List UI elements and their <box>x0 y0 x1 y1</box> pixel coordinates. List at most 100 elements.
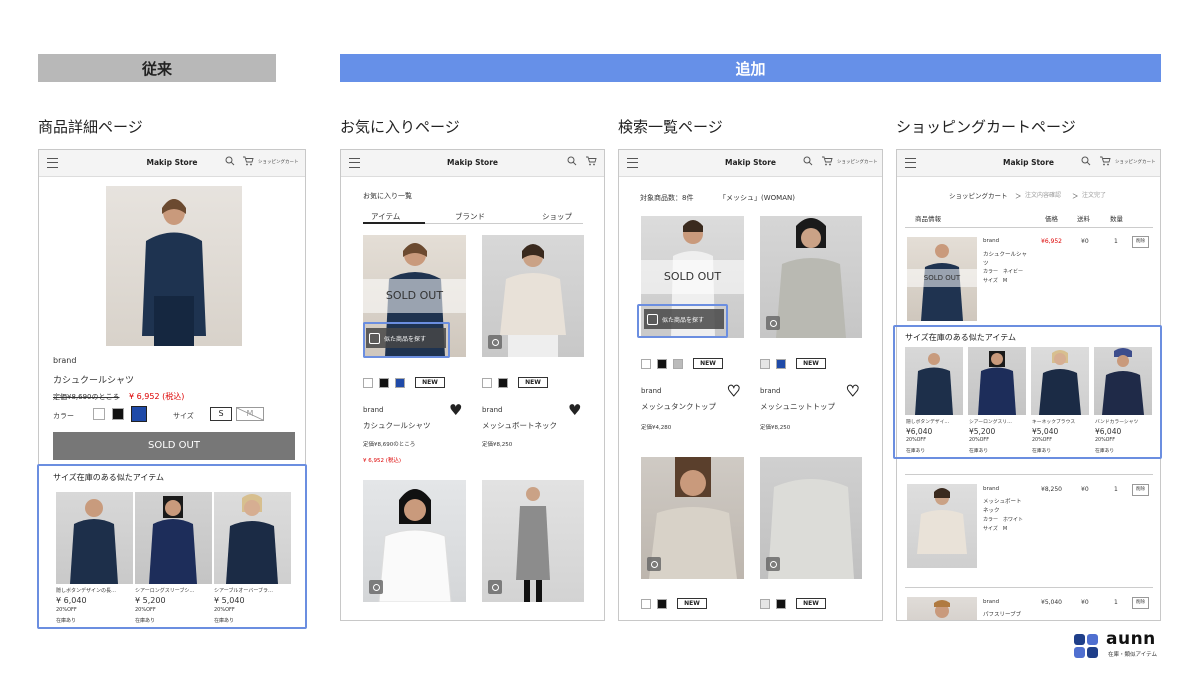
cart-qty-2[interactable]: 1 <box>1114 486 1118 493</box>
search-phone: Makip Store ショッピングカート 対象商品数：8件 「メッシュ」(WO… <box>618 149 883 621</box>
camera-search-icon[interactable] <box>766 316 780 330</box>
search-icon[interactable] <box>567 156 577 166</box>
search-icon[interactable] <box>1081 156 1091 166</box>
fav-name-2: メッシュボートネック <box>482 421 557 430</box>
color-swatch-light[interactable] <box>760 359 770 369</box>
step-arrow-1: ＞ <box>1015 192 1022 200</box>
cart-color-2: カラー ホワイト <box>983 517 1024 523</box>
camera-search-icon[interactable] <box>488 335 502 349</box>
color-swatch-navy[interactable] <box>131 406 147 422</box>
cart-name-3a: パフスリーブブ <box>983 612 1022 618</box>
cart-size-2: サイズ M <box>983 526 1008 532</box>
favorites-phone: Makip Store お気に入り一覧 アイテム ブランド ショップ SOLD … <box>340 149 605 621</box>
color-swatch-white[interactable] <box>93 408 105 420</box>
size-s-button[interactable]: S <box>210 407 232 421</box>
cart-label[interactable]: ショッピングカート <box>837 159 878 165</box>
fav-image-4[interactable] <box>482 480 584 602</box>
new-badge: NEW <box>796 358 826 369</box>
color-swatch-black[interactable] <box>379 378 389 388</box>
favorite-heart-icon[interactable]: ♥ <box>568 403 581 418</box>
app-header: Makip Store ショッピングカート <box>619 150 882 177</box>
color-swatch-white[interactable] <box>363 378 373 388</box>
cart-icon[interactable] <box>1100 156 1111 166</box>
color-swatch-black[interactable] <box>112 408 124 420</box>
search-query: 「メッシュ」(WOMAN) <box>719 194 795 202</box>
color-swatch-navy[interactable] <box>776 359 786 369</box>
cart-qty-3[interactable]: 1 <box>1114 599 1118 606</box>
fav-image-3[interactable] <box>363 480 466 602</box>
fav-sale-1: ¥ 6,952 (税込) <box>363 458 402 464</box>
favorite-heart-icon[interactable]: ♥ <box>726 383 740 399</box>
color-swatch-gray[interactable] <box>673 359 683 369</box>
cart-icon[interactable] <box>243 156 254 166</box>
cart-brand-3: brand <box>983 599 1000 605</box>
cart-price-1: ¥6,952 <box>1041 238 1062 245</box>
favorites-title: お気に入り一覧 <box>363 192 412 200</box>
tab-items[interactable]: アイテム <box>371 211 400 222</box>
size-m-button[interactable]: M <box>236 407 264 421</box>
cart-name-1b: ツ <box>983 261 989 267</box>
cart-name-1a: カシュクールシャ <box>983 252 1028 258</box>
search-icon[interactable] <box>803 156 813 166</box>
search-name-1: メッシュタンクトップ <box>641 402 716 411</box>
cart-label[interactable]: ショッピングカート <box>1115 159 1156 165</box>
color-swatch-white[interactable] <box>641 359 651 369</box>
sold-out-overlay: SOLD OUT <box>641 260 744 294</box>
color-swatch-black[interactable] <box>657 599 667 609</box>
cart-ship-3: ¥0 <box>1081 599 1089 606</box>
search-image-3[interactable] <box>641 457 744 579</box>
search-price-1: 定価¥4,280 <box>641 425 672 431</box>
col-shipping: 送料 <box>1077 215 1090 223</box>
search-image-2[interactable] <box>760 216 862 338</box>
before-label: 従来 <box>38 54 276 82</box>
favorite-heart-icon[interactable]: ♥ <box>845 383 859 399</box>
aunn-logo-text: aunn <box>1106 629 1156 649</box>
search-image-4[interactable] <box>760 457 862 579</box>
fav-image-2[interactable] <box>482 235 584 357</box>
color-swatch-light[interactable] <box>760 599 770 609</box>
color-swatch-white[interactable] <box>482 378 492 388</box>
search-price-2: 定価¥8,250 <box>760 425 791 431</box>
color-swatch-black[interactable] <box>776 599 786 609</box>
search-brand-2: brand <box>760 387 781 395</box>
color-swatch-black[interactable] <box>498 378 508 388</box>
tab-brands[interactable]: ブランド <box>455 211 485 222</box>
color-swatch-white[interactable] <box>641 599 651 609</box>
delete-button[interactable]: 削除 <box>1132 597 1149 609</box>
new-badge: NEW <box>415 377 445 388</box>
cart-icon[interactable] <box>586 156 597 166</box>
favorite-heart-icon[interactable]: ♥ <box>449 403 462 418</box>
cart-name-2b: ネック <box>983 508 1000 514</box>
cart-brand-2: brand <box>983 486 1000 492</box>
search-name-2: メッシュニットトップ <box>760 402 835 411</box>
fav-price-2: 定価¥8,250 <box>482 442 513 448</box>
similar-button-highlight-fav <box>363 322 450 358</box>
cart-image-2[interactable] <box>907 484 977 568</box>
camera-search-icon[interactable] <box>488 580 502 594</box>
tab-active-indicator <box>363 222 425 224</box>
camera-search-icon[interactable] <box>369 580 383 594</box>
product-image <box>106 186 242 346</box>
col-product: 商品情報 <box>915 215 941 223</box>
color-label: カラー <box>53 412 74 420</box>
color-swatch-navy[interactable] <box>395 378 405 388</box>
sale-price: ¥ 6,952 (税込) <box>129 392 185 401</box>
col-price: 価格 <box>1045 215 1058 223</box>
step-arrow-2: ＞ <box>1072 192 1079 200</box>
camera-search-icon[interactable] <box>766 557 780 571</box>
cart-label[interactable]: ショッピングカート <box>258 159 299 165</box>
delete-button[interactable]: 削除 <box>1132 236 1149 248</box>
cart-icon[interactable] <box>822 156 833 166</box>
camera-search-icon[interactable] <box>647 557 661 571</box>
cart-image-3[interactable] <box>907 597 977 620</box>
search-icon[interactable] <box>225 156 235 166</box>
delete-button[interactable]: 削除 <box>1132 484 1149 496</box>
color-swatch-black[interactable] <box>657 359 667 369</box>
after-label: 追加 <box>340 54 1161 82</box>
cart-price-2: ¥8,250 <box>1041 486 1062 493</box>
cart-qty-1[interactable]: 1 <box>1114 238 1118 245</box>
search-brand-1: brand <box>641 387 662 395</box>
cart-image-1[interactable]: SOLD OUT <box>907 237 977 321</box>
new-badge: NEW <box>677 598 707 609</box>
tab-shops[interactable]: ショップ <box>542 211 572 222</box>
